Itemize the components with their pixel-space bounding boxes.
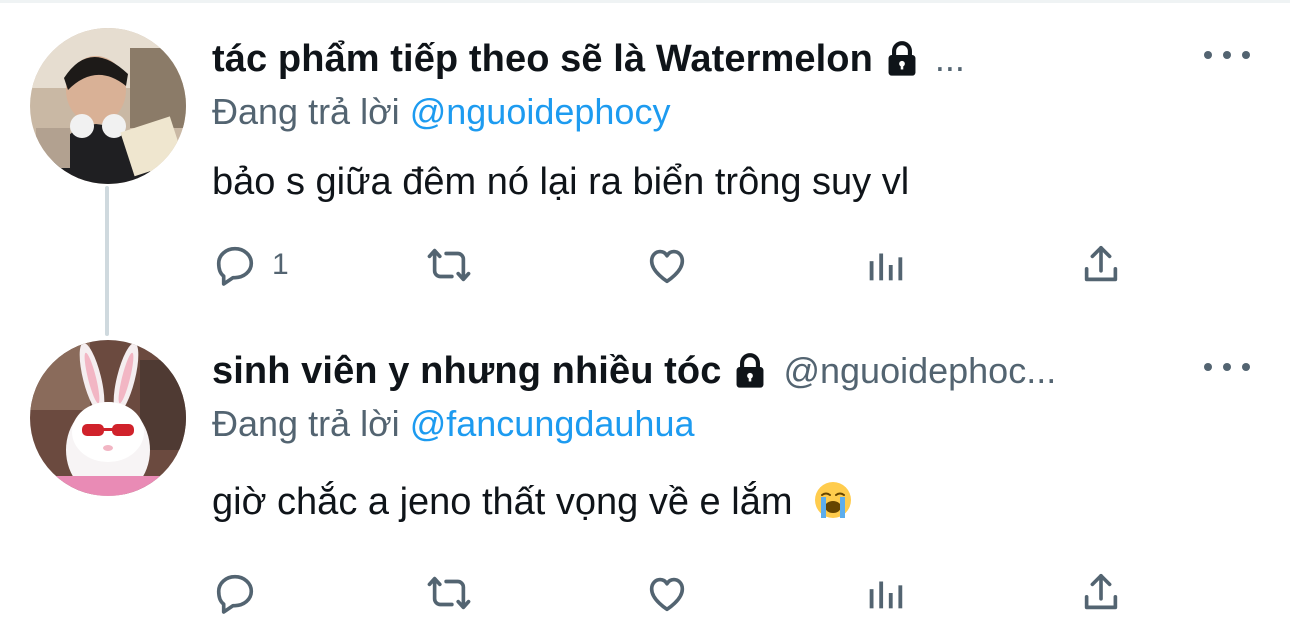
- replying-to-prefix: Đang trả lời: [212, 91, 400, 132]
- replying-to-prefix: Đang trả lời: [212, 403, 400, 444]
- share-icon: [1084, 573, 1118, 610]
- tweet-header: sinh viên y nhưng nhiều tóc @nguoidephoc…: [212, 348, 1250, 394]
- analytics-button[interactable]: [862, 240, 908, 290]
- loudly-crying-face-icon: [813, 480, 853, 520]
- top-divider: [0, 0, 1290, 3]
- more-icon[interactable]: [1204, 352, 1250, 382]
- like-button[interactable]: [644, 568, 690, 618]
- author-handle[interactable]: @nguoidephoc...: [783, 350, 1056, 392]
- lock-icon: [883, 40, 921, 78]
- replying-to-mention[interactable]: @nguoidephocy: [410, 91, 671, 132]
- reply-icon: [216, 246, 254, 286]
- replying-to-line: Đang trả lời @nguoidephocy: [212, 88, 1250, 136]
- reply-button[interactable]: 1: [212, 240, 289, 290]
- avatar-photo: [30, 28, 186, 184]
- thread-connector-line: [105, 186, 109, 336]
- share-button[interactable]: [1078, 568, 1124, 618]
- author-name[interactable]: tác phẩm tiếp theo sẽ là Watermelon: [212, 38, 873, 81]
- share-icon: [1084, 245, 1118, 282]
- avatar-photo: [30, 340, 186, 496]
- tweet-text: bảo s giữa đêm nó lại ra biển trông suy …: [212, 161, 910, 203]
- tweet-text: giờ chắc a jeno thất vọng về e lắm: [212, 481, 793, 523]
- like-icon: [649, 249, 685, 284]
- retweet-button[interactable]: [426, 240, 472, 290]
- retweet-icon: [427, 248, 471, 282]
- analytics-icon: [869, 253, 903, 281]
- replying-to-line: Đang trả lời @fancungdauhua: [212, 400, 1250, 448]
- tweet-text-line: giờ chắc a jeno thất vọng về e lắm: [212, 478, 1250, 526]
- retweet-button[interactable]: [426, 568, 472, 618]
- retweet-icon: [427, 576, 471, 610]
- like-icon: [649, 577, 685, 612]
- avatar[interactable]: [30, 340, 186, 496]
- avatar[interactable]: [30, 28, 186, 184]
- replying-to-mention[interactable]: @fancungdauhua: [410, 403, 695, 444]
- author-handle[interactable]: ...: [935, 38, 965, 80]
- tweet-header: tác phẩm tiếp theo sẽ là Watermelon ...: [212, 36, 1250, 82]
- author-name[interactable]: sinh viên y nhưng nhiều tóc: [212, 350, 721, 393]
- analytics-icon: [869, 581, 903, 609]
- reply-icon: [216, 574, 254, 614]
- share-button[interactable]: [1078, 240, 1124, 290]
- analytics-button[interactable]: [862, 568, 908, 618]
- tweet-actions: [212, 568, 1132, 618]
- lock-icon: [731, 352, 769, 390]
- reply-button[interactable]: [212, 568, 272, 618]
- like-button[interactable]: [644, 240, 690, 290]
- more-icon[interactable]: [1204, 40, 1250, 70]
- tweet-actions: 1: [212, 240, 1132, 290]
- reply-count: 1: [272, 248, 289, 281]
